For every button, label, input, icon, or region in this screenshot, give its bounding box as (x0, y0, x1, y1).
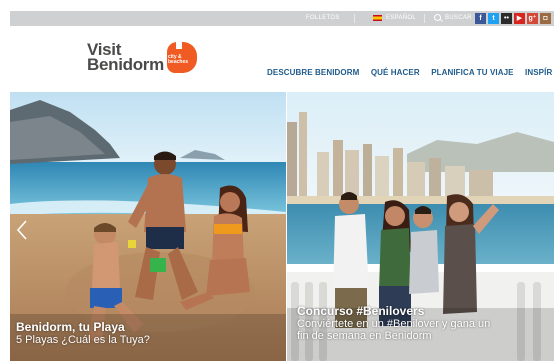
logo-tagline: city & beaches (168, 54, 189, 65)
slide-caption: Concurso #Benilovers Conviértete en un #… (297, 304, 490, 342)
spain-flag-icon (373, 15, 382, 21)
slide-title[interactable]: Concurso #Benilovers (297, 304, 490, 318)
main-nav: DESCUBRE BENIDORM QUÉ HACER PLANIFICA TU… (267, 62, 554, 80)
nav-item-descubre[interactable]: DESCUBRE BENIDORM (267, 68, 359, 77)
logo-line-benidorm: Benidorm (87, 55, 164, 74)
slide-title[interactable]: Benidorm, tu Playa (16, 320, 150, 334)
divider (424, 14, 425, 23)
site-logo[interactable]: Visit Benidorm (87, 41, 164, 74)
chevron-left-icon[interactable] (16, 220, 28, 240)
slide-subtitle: 5 Playas ¿Cuál es la Tuya? (16, 334, 150, 346)
instagram-icon[interactable]: ◘ (540, 13, 551, 24)
flickr-icon[interactable]: •• (501, 13, 512, 24)
search-icon[interactable] (434, 14, 441, 21)
search-link[interactable]: BUSCAR (445, 11, 472, 26)
language-selector[interactable]: ESPAÑOL (386, 11, 416, 26)
slide-subtitle-line2: fin de semana en Benidorm (297, 330, 432, 342)
facebook-icon[interactable]: f (475, 13, 486, 24)
slide-caption: Benidorm, tu Playa 5 Playas ¿Cuál es la … (16, 320, 150, 346)
youtube-icon[interactable]: ▶ (514, 13, 525, 24)
utility-bar: FOLLETOS ESPAÑOL BUSCAR f t •• ▶ g⁺ ◘ (10, 11, 554, 26)
nav-item-que-hacer[interactable]: QUÉ HACER (371, 68, 420, 77)
slide-beach[interactable]: Benidorm, tu Playa 5 Playas ¿Cuál es la … (10, 92, 286, 361)
nav-item-inspirate[interactable]: INSPÍR (525, 68, 552, 77)
slide-benilovers[interactable]: Concurso #Benilovers Conviértete en un #… (287, 92, 554, 361)
google-plus-icon[interactable]: g⁺ (527, 13, 538, 24)
divider (354, 14, 355, 23)
slide-subtitle-line1: Conviértete en un #Benilover y gana un (297, 318, 491, 330)
twitter-icon[interactable]: t (488, 13, 499, 24)
logo-b-icon[interactable]: city & beaches (167, 40, 197, 73)
folletos-link[interactable]: FOLLETOS (306, 11, 340, 26)
nav-item-planifica[interactable]: PLANIFICA TU VIAJE (431, 68, 513, 77)
